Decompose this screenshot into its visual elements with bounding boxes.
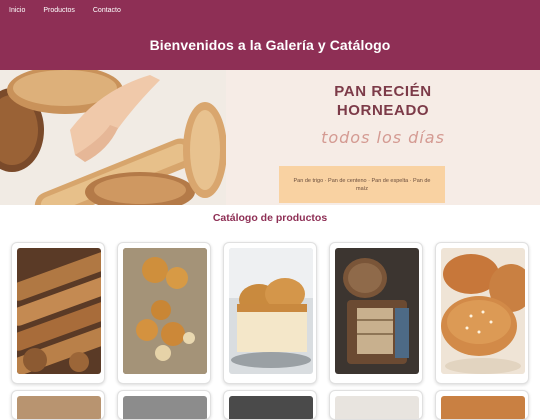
page-title: Bienvenidos a la Galería y Catálogo [149,37,391,53]
hero-subtitle: todos los días [321,128,445,147]
product-card[interactable] [435,242,529,384]
product-card[interactable] [11,390,105,420]
product-card[interactable] [329,390,423,420]
rustic-loaf-photo-icon [335,248,419,374]
product-card[interactable] [329,242,423,384]
hero-bread-types-text: Pan de trigo · Pan de centeno · Pan de e… [293,177,431,192]
product-photo-icon [335,396,419,419]
hero-title: PAN RECIÉN HORNEADO [226,82,540,120]
nav-contacto[interactable]: Contacto [93,7,121,14]
product-card[interactable] [117,242,211,384]
hero-title-line2: HORNEADO [336,102,430,119]
product-photo-icon [441,396,525,419]
hero-bread-photo [0,70,226,205]
catalog-title: Catálogo de productos [212,212,328,224]
brioche-loaf-photo-icon [229,248,313,374]
product-card[interactable] [117,390,211,420]
bread-rolls-photo-icon [123,248,207,374]
product-card[interactable] [223,390,317,420]
product-card[interactable] [11,242,105,384]
nav-productos[interactable]: Productos [43,7,75,14]
hero-text-panel: PAN RECIÉN HORNEADO todos los días Pan d… [226,70,540,205]
product-photo-icon [17,396,101,419]
product-photo-icon [123,396,207,419]
hero-title-line1: PAN RECIÉN [334,83,432,100]
product-card[interactable] [435,390,529,420]
hero-banner: PAN RECIÉN HORNEADO todos los días Pan d… [0,70,540,205]
sesame-buns-photo-icon [441,248,525,374]
hero-bread-illustration [0,70,226,205]
nav-inicio[interactable]: Inicio [9,7,25,14]
top-nav: Inicio Productos Contacto [0,0,540,20]
product-photo-icon [229,396,313,419]
hero-bread-types-box: Pan de trigo · Pan de centeno · Pan de e… [279,166,445,203]
product-card[interactable] [223,242,317,384]
baguettes-photo-icon [17,248,101,374]
page-header: Bienvenidos a la Galería y Catálogo [0,20,540,70]
